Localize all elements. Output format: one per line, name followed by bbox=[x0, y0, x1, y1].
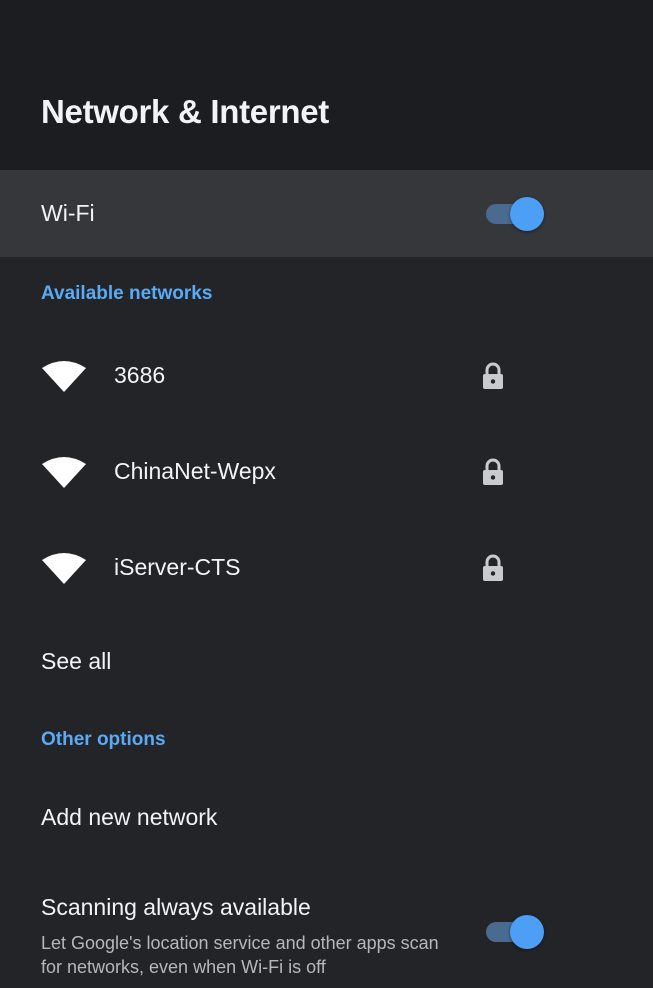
other-options-header: Other options bbox=[41, 729, 166, 750]
scanning-always-available-row[interactable]: Scanning always available Let Google's l… bbox=[0, 870, 653, 988]
network-name: ChinaNet-Wepx bbox=[114, 458, 276, 484]
app-bar: Network & Internet bbox=[0, 0, 653, 170]
wifi-icon bbox=[42, 457, 86, 488]
see-all-row[interactable]: See all bbox=[0, 620, 653, 700]
network-item-iserver-cts[interactable]: iServer-CTS bbox=[0, 520, 653, 616]
lock-icon bbox=[483, 458, 503, 485]
network-item-3686[interactable]: 3686 bbox=[0, 328, 653, 424]
wifi-switch[interactable] bbox=[486, 197, 548, 231]
network-item-chinanet-wepx[interactable]: ChinaNet-Wepx bbox=[0, 424, 653, 520]
network-name: 3686 bbox=[114, 362, 166, 388]
lock-icon bbox=[483, 554, 503, 581]
page-title: Network & Internet bbox=[41, 93, 329, 130]
scanning-description: Let Google's location service and other … bbox=[41, 933, 439, 977]
see-all-label: See all bbox=[41, 648, 112, 674]
network-name: iServer-CTS bbox=[114, 554, 241, 580]
scanning-title: Scanning always available bbox=[41, 894, 311, 920]
wifi-icon bbox=[42, 361, 86, 392]
scanning-switch[interactable] bbox=[486, 915, 548, 949]
wifi-label: Wi-Fi bbox=[41, 200, 95, 226]
scanning-switch-knob bbox=[510, 915, 544, 949]
wifi-switch-knob bbox=[510, 197, 544, 231]
network-settings-page: Network & Internet Wi-Fi Available netwo… bbox=[0, 0, 653, 988]
add-new-network-label: Add new network bbox=[41, 804, 218, 830]
wifi-icon bbox=[42, 553, 86, 584]
available-networks-header: Available networks bbox=[41, 283, 213, 304]
add-new-network-row[interactable]: Add new network bbox=[0, 777, 653, 857]
lock-icon bbox=[483, 362, 503, 389]
wifi-toggle-row[interactable]: Wi-Fi bbox=[0, 170, 653, 257]
